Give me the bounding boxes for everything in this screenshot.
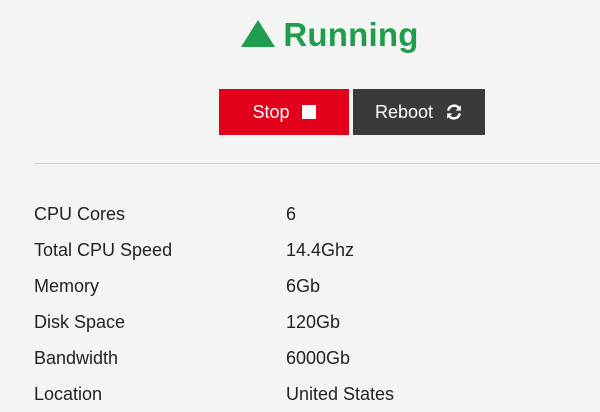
spec-row-location: Location United States [34,376,594,412]
spec-label: Memory [34,275,100,296]
spec-label: Total CPU Speed [34,239,173,260]
spec-value: 6 [286,203,297,224]
triangle-up-icon [241,20,276,47]
spec-row-disk-space: Disk Space 120Gb [34,304,594,340]
spec-row-bandwidth: Bandwidth 6000Gb [34,340,594,376]
spec-label: Location [34,383,103,404]
status-label: Running [283,16,419,53]
spec-label: Disk Space [34,311,126,332]
spec-value: 6000Gb [286,347,351,368]
refresh-icon [445,103,463,121]
spec-value: United States [286,383,395,404]
stop-button[interactable]: Stop [219,89,349,135]
reboot-button[interactable]: Reboot [353,89,485,135]
spec-row-cpu-cores: CPU Cores 6 [34,196,594,232]
stop-square-icon [301,105,316,119]
reboot-button-label: Reboot [374,101,434,122]
server-specs: CPU Cores 6 Total CPU Speed 14.4Ghz Memo… [34,196,594,412]
spec-row-total-cpu-speed: Total CPU Speed 14.4Ghz [34,232,594,268]
section-divider [34,163,600,164]
spec-value: 120Gb [286,311,341,332]
spec-value: 6Gb [286,275,321,296]
spec-value: 14.4Ghz [286,239,355,260]
spec-row-memory: Memory 6Gb [34,268,594,304]
spec-label: Bandwidth [34,347,119,368]
server-actions: Stop Reboot [219,89,485,135]
spec-label: CPU Cores [34,203,126,224]
server-status: Running [0,18,600,51]
stop-button-label: Stop [252,101,290,122]
